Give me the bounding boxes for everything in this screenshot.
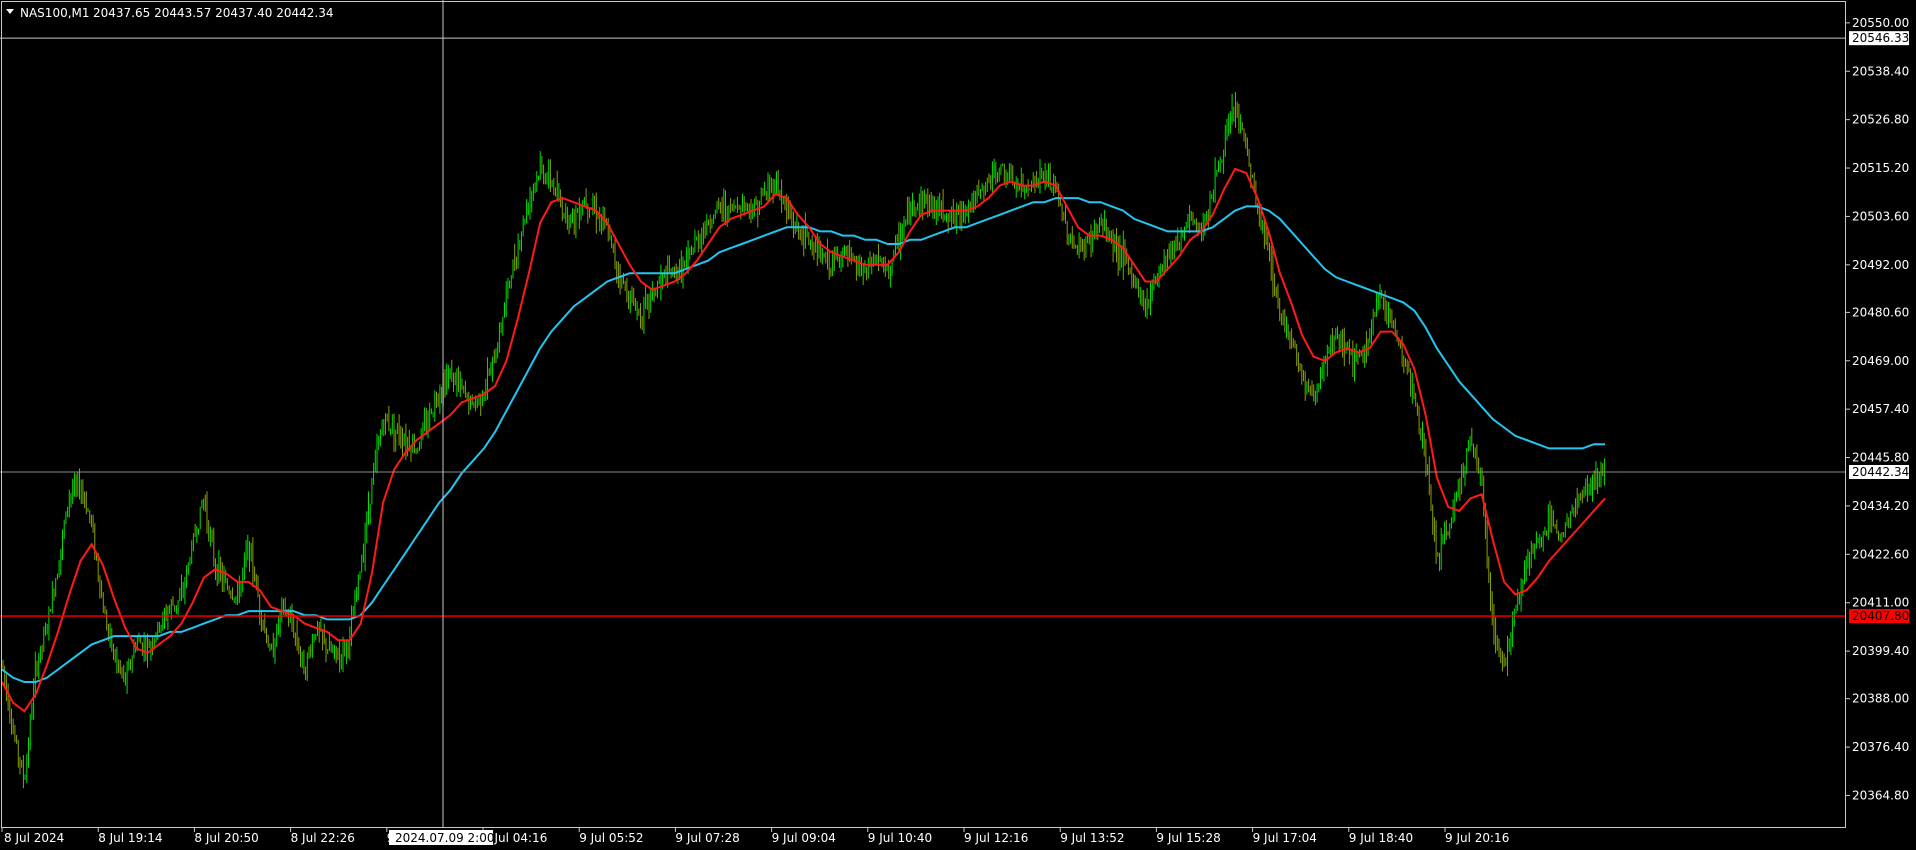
y-tick-label: 20480.60: [1852, 305, 1909, 319]
x-tick-label: 9 Jul 10:40: [868, 831, 932, 845]
y-tick-label: 20364.80: [1852, 788, 1909, 802]
x-tick-label: 9 Jul 20:16: [1445, 831, 1509, 845]
ohlc-label: 20437.65 20443.57 20437.40 20442.34: [93, 6, 333, 20]
y-tick-label: 20457.40: [1852, 402, 1909, 416]
hline-price-text: 20407.80: [1852, 609, 1909, 623]
x-tick-label: 8 Jul 22:26: [291, 831, 355, 845]
x-tick-label: 8 Jul 2024: [4, 831, 64, 845]
y-tick-label: 20526.80: [1852, 113, 1909, 127]
crosshair-time-text: 2024.07.09 2:00: [395, 831, 494, 845]
x-tick-label: 9 Jul 05:52: [579, 831, 643, 845]
chart-background: [0, 0, 1916, 850]
y-tick-label: 20434.20: [1852, 499, 1909, 513]
x-tick-label: 9 Jul 12:16: [964, 831, 1028, 845]
hline-price-label: 20407.80: [1849, 609, 1909, 624]
y-tick-label: 20515.20: [1852, 161, 1909, 175]
price-chart[interactable]: 20550.00 20538.40 20526.80 20515.20 20503.60…: [0, 0, 1916, 850]
crosshair-price-text: 20546.33: [1852, 31, 1909, 45]
y-tick-label: 20411.00: [1852, 596, 1909, 610]
chart-header: NAS100,M1 20437.65 20443.57 20437.40 204…: [6, 6, 333, 20]
crosshair-time-label: 2024.07.09 2:00: [389, 830, 494, 845]
y-tick-label: 20492.00: [1852, 258, 1909, 272]
x-tick-label: 9 Jul 17:04: [1253, 831, 1317, 845]
x-tick-label: 8 Jul 20:50: [194, 831, 258, 845]
y-tick-label: 20388.00: [1852, 692, 1909, 706]
crosshair-price-label: 20546.33: [1849, 31, 1909, 45]
y-tick-label: 20376.40: [1852, 740, 1909, 754]
y-tick-label: 20445.80: [1852, 451, 1909, 465]
x-tick-label: 9 Jul 18:40: [1349, 831, 1413, 845]
symbol-label: NAS100,M1: [20, 6, 90, 20]
x-tick-label: 8 Jul 19:14: [98, 831, 162, 845]
x-tick-label: 9 Jul 13:52: [1060, 831, 1124, 845]
current-price-label: 20442.34: [1849, 464, 1909, 479]
y-tick-label: 20538.40: [1852, 64, 1909, 78]
y-tick-label: 20422.60: [1852, 547, 1909, 561]
y-tick-label: 20550.00: [1852, 16, 1909, 30]
x-tick-label: 9 Jul 07:28: [675, 831, 739, 845]
current-price-text: 20442.34: [1852, 465, 1909, 479]
y-tick-label: 20503.60: [1852, 209, 1909, 223]
y-tick-label: 20469.00: [1852, 354, 1909, 368]
x-tick-label: 9 Jul 15:28: [1156, 831, 1220, 845]
x-tick-label: 9 Jul 09:04: [772, 831, 836, 845]
y-tick-label: 20399.40: [1852, 644, 1909, 658]
